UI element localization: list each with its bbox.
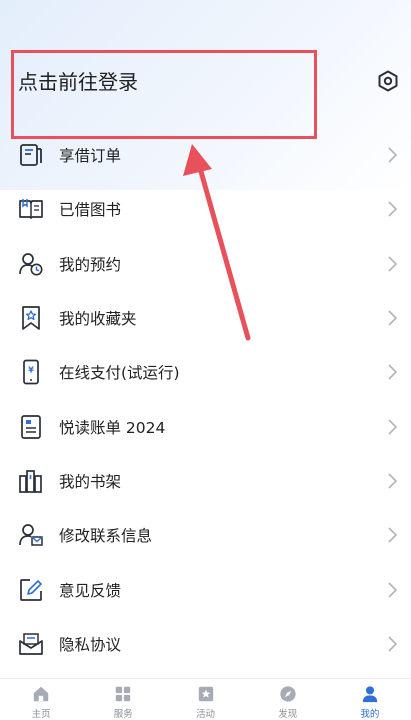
user-mail-icon <box>19 524 43 546</box>
grid-icon <box>116 686 131 702</box>
phone-yuan-icon: ¥ <box>23 359 39 385</box>
tab-label: 发现 <box>278 709 298 720</box>
menu-item-label: 意见反馈 <box>59 581 122 600</box>
menu-item-label: 在线支付(试运行) <box>59 364 180 383</box>
tab-label: 我的 <box>360 709 380 720</box>
tab-services[interactable]: 服务 <box>82 679 164 720</box>
tab-discover[interactable]: 发现 <box>247 679 329 720</box>
order-list-icon <box>20 144 42 167</box>
menu-item-label: 隐私协议 <box>59 635 122 654</box>
profile-menu: 享借订单 已借图书 我的预约 我的收藏夹 ¥ 在线支付(试运行) 悦读账单 20… <box>0 128 411 671</box>
profile-screen: 点击前往登录 享借订单 已借图书 我的预约 我的收藏夹 ¥ 在线支付(试运行) … <box>0 0 411 720</box>
menu-item-borrow-orders[interactable]: 享借订单 <box>0 128 411 182</box>
tab-mine[interactable]: 我的 <box>329 679 411 720</box>
bill-icon <box>21 414 41 439</box>
menu-item-bookshelf[interactable]: 我的书架 <box>0 454 411 508</box>
edit-pencil-icon <box>20 578 42 601</box>
menu-item-label: 悦读账单 2024 <box>59 418 166 437</box>
menu-item-feedback[interactable]: 意见反馈 <box>0 562 411 616</box>
open-book-icon <box>19 199 43 220</box>
menu-item-favorites[interactable]: 我的收藏夹 <box>0 291 411 345</box>
chevron-right-icon <box>388 581 398 598</box>
home-icon <box>33 686 49 702</box>
tab-label: 主页 <box>31 709 51 720</box>
menu-item-label: 我的书架 <box>59 472 122 491</box>
chevron-right-icon <box>388 147 398 163</box>
menu-item-label: 已借图书 <box>59 201 122 220</box>
svg-text:¥: ¥ <box>28 366 34 375</box>
bookmark-star-icon <box>22 306 40 330</box>
user-clock-icon <box>19 252 43 276</box>
menu-item-label: 享借订单 <box>59 147 122 166</box>
chevron-right-icon <box>388 473 398 489</box>
menu-item-label: 我的收藏夹 <box>59 310 137 329</box>
menu-item-label: 我的预约 <box>59 255 122 274</box>
menu-item-reservations[interactable]: 我的预约 <box>0 237 411 291</box>
compass-icon <box>280 686 296 702</box>
chevron-right-icon <box>388 256 398 272</box>
chevron-right-icon <box>388 201 398 218</box>
menu-item-label: 修改联系信息 <box>59 527 153 546</box>
star-frame-icon <box>198 686 213 702</box>
bottom-tab-bar: 主页 服务 活动 发现 我的 <box>0 678 411 720</box>
menu-item-edit-contact[interactable]: 修改联系信息 <box>0 508 411 562</box>
tab-activities[interactable]: 活动 <box>164 679 246 720</box>
chevron-right-icon <box>388 364 398 380</box>
chevron-right-icon <box>388 527 398 543</box>
settings-button[interactable] <box>377 70 399 92</box>
menu-item-reading-bill[interactable]: 悦读账单 2024 <box>0 399 411 453</box>
person-icon <box>362 686 378 703</box>
bookshelf-icon <box>19 470 42 493</box>
menu-item-online-payment[interactable]: ¥ 在线支付(试运行) <box>0 345 411 399</box>
chevron-right-icon <box>388 310 398 326</box>
chevron-right-icon <box>388 419 398 435</box>
tab-label: 活动 <box>196 709 216 720</box>
privacy-envelope-icon <box>19 633 43 655</box>
settings-hexagon-icon <box>378 70 398 92</box>
login-link[interactable]: 点击前往登录 <box>18 66 138 95</box>
menu-item-borrowed-books[interactable]: 已借图书 <box>0 182 411 236</box>
tab-label: 服务 <box>113 709 133 720</box>
chevron-right-icon <box>388 636 398 652</box>
tab-home[interactable]: 主页 <box>0 679 82 720</box>
menu-item-privacy-policy[interactable]: 隐私协议 <box>0 617 411 671</box>
